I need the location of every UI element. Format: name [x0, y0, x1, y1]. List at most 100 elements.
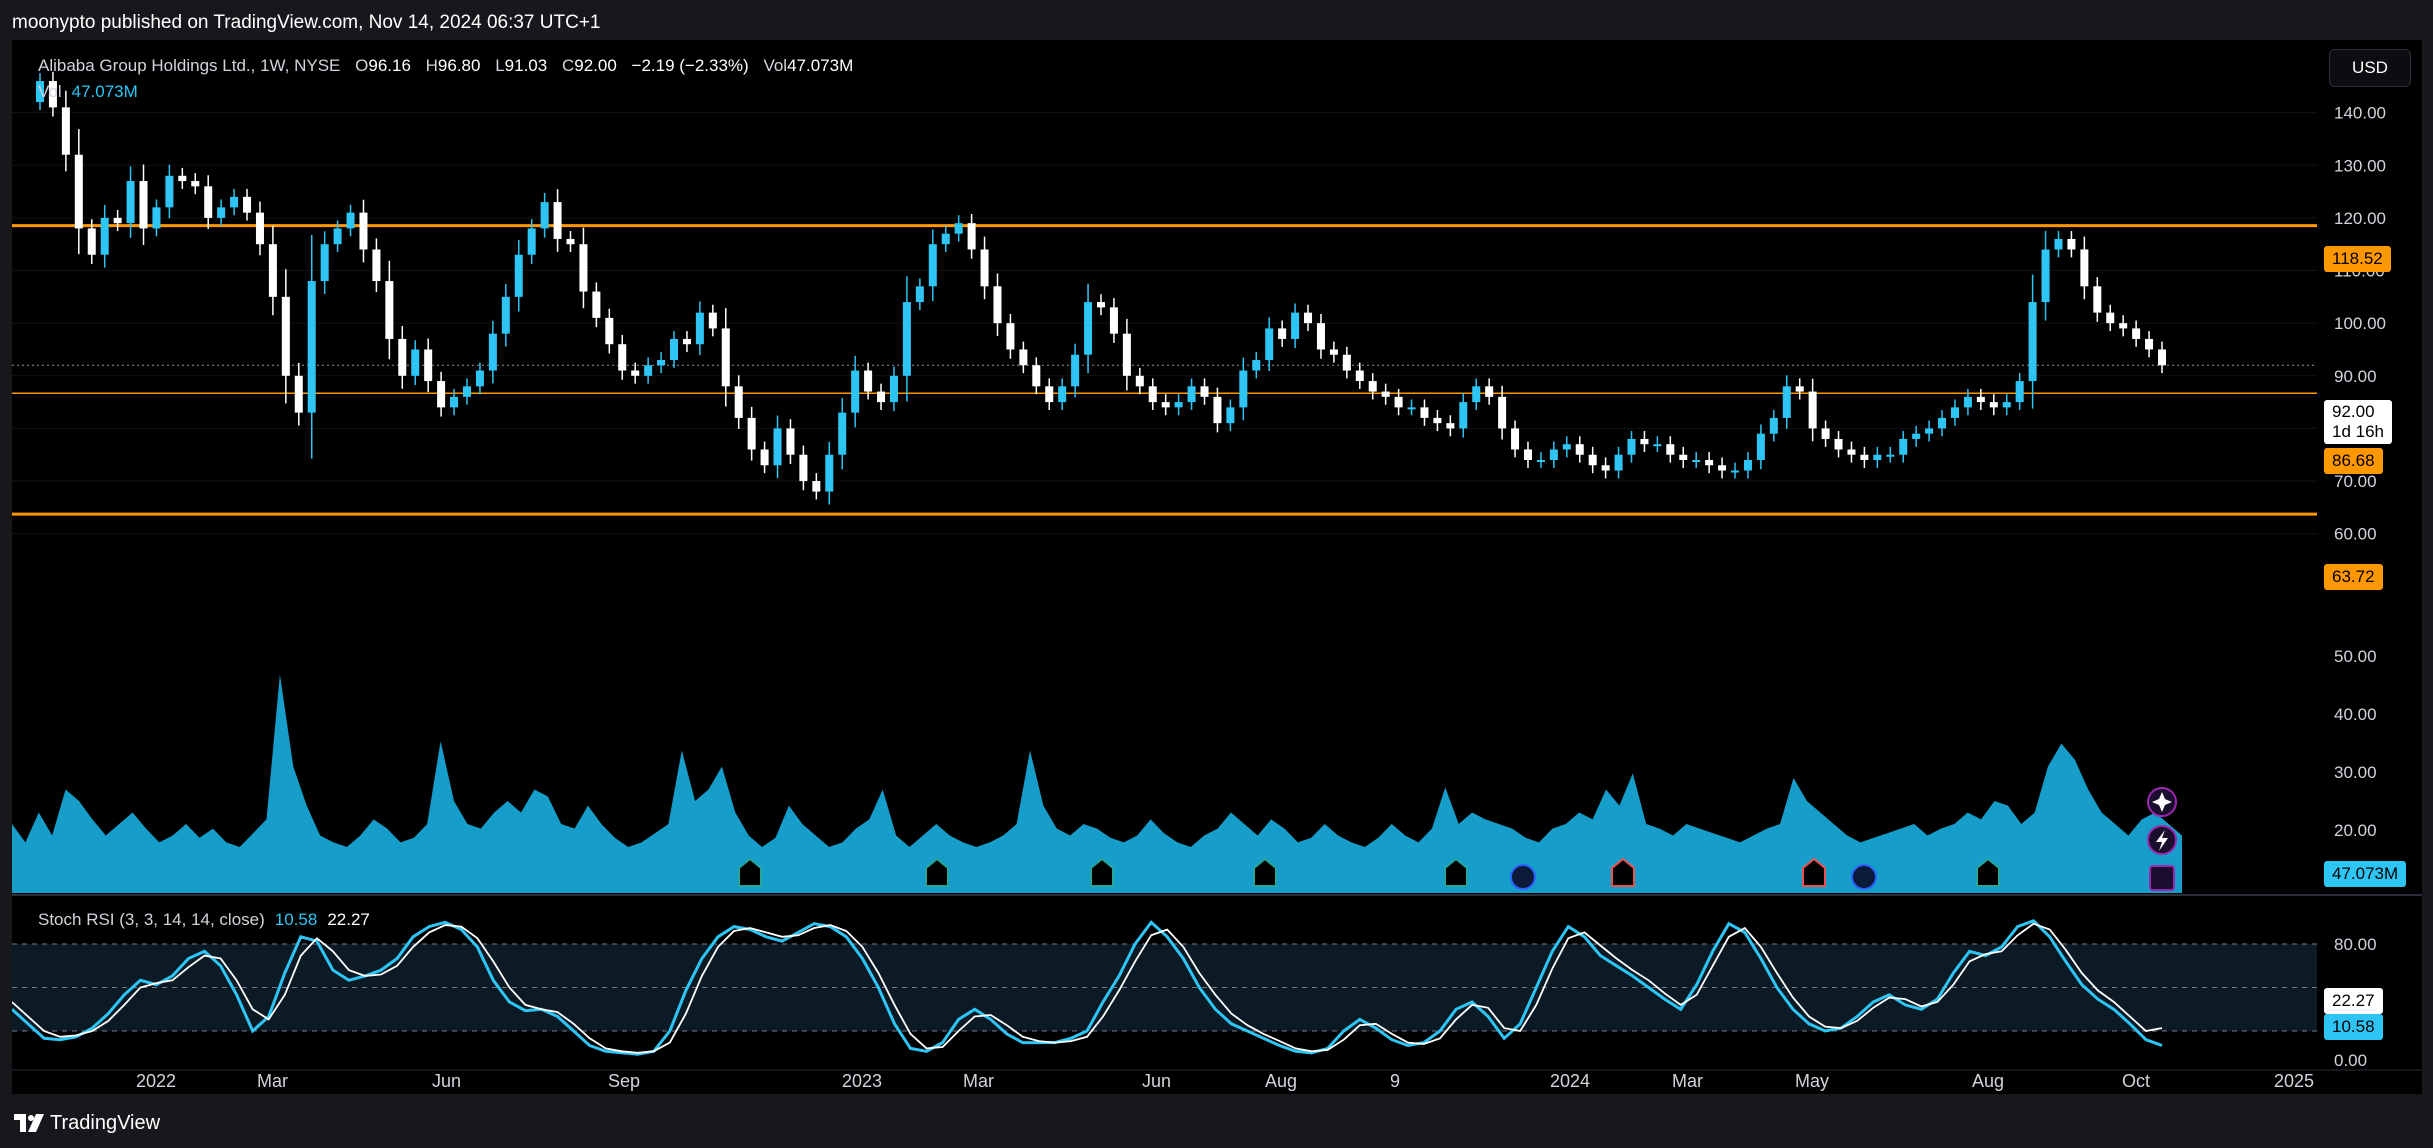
- footer[interactable]: TradingView: [14, 1110, 160, 1136]
- candle-body: [1148, 386, 1157, 403]
- candle-body: [1459, 402, 1468, 429]
- candle-body: [1614, 454, 1623, 471]
- candle-body: [1019, 349, 1028, 366]
- candle-body: [1588, 454, 1597, 466]
- dividend-icon: [1510, 864, 1536, 890]
- candle-body: [1950, 407, 1959, 418]
- candle-body: [1265, 328, 1274, 360]
- candle-body: [1769, 417, 1778, 434]
- candle-body: [670, 338, 679, 360]
- candle-body: [1239, 370, 1248, 408]
- price-tick-label: 120.00: [2334, 209, 2386, 228]
- candle-body: [1847, 449, 1856, 455]
- candle-body: [1433, 417, 1442, 424]
- candle-body: [1938, 417, 1947, 429]
- price-tick-label: 100.00: [2334, 314, 2386, 333]
- candle-body: [113, 217, 122, 224]
- stoch-tick-label: 80.00: [2334, 935, 2377, 954]
- candle-body: [566, 238, 575, 245]
- candle-body: [1498, 396, 1507, 429]
- candle-body: [1329, 349, 1338, 355]
- candle-body: [657, 360, 666, 366]
- candle-body: [268, 244, 277, 297]
- candle-body: [1705, 460, 1714, 466]
- candle-body: [2132, 328, 2141, 339]
- x-tick-label: May: [1795, 1071, 1829, 1091]
- candle-body: [126, 181, 135, 224]
- candle-body: [967, 223, 976, 250]
- candle-body: [1291, 312, 1300, 339]
- candle-body: [139, 181, 148, 229]
- candle-body: [1731, 470, 1740, 473]
- candle-body: [61, 107, 70, 155]
- candle-body: [87, 228, 96, 255]
- price-tick-label: 20.00: [2334, 821, 2377, 840]
- stoch-d-price-label: 22.27: [2324, 988, 2383, 1014]
- candle-body: [773, 428, 782, 466]
- candle-body: [1109, 307, 1118, 334]
- price-tick-label: 130.00: [2334, 156, 2386, 175]
- price-tick-label: 90.00: [2334, 367, 2377, 386]
- candle-body: [1200, 386, 1209, 397]
- resistance-price-label: 118.52: [2324, 246, 2391, 272]
- candles: [35, 71, 2167, 505]
- chart-canvas[interactable]: 60.0070.0080.0090.00100.00110.00120.0013…: [12, 40, 2422, 1094]
- candle-body: [1096, 302, 1106, 308]
- volume-legend[interactable]: Vol 47.073M: [38, 82, 138, 102]
- candle-body: [1640, 438, 1649, 445]
- volume-legend-value: 47.073M: [71, 82, 138, 101]
- candle-body: [1187, 386, 1196, 403]
- candle-body: [2041, 249, 2050, 303]
- stoch-legend[interactable]: Stoch RSI (3, 3, 14, 14, close) 10.58 22.2…: [38, 910, 370, 930]
- symbol-legend[interactable]: Alibaba Group Holdings Ltd., 1W, NYSE O9…: [38, 56, 853, 76]
- candle-body: [851, 370, 860, 413]
- volume-area-shape: [12, 674, 2182, 893]
- candle-body: [1782, 386, 1791, 418]
- close-value: 92.00: [574, 56, 617, 75]
- candle-body: [631, 370, 640, 376]
- candle-body: [1562, 444, 1571, 450]
- candle-body: [877, 391, 886, 403]
- volume-area: [12, 674, 2182, 893]
- candle-body: [2028, 302, 2037, 382]
- candle-body: [1122, 333, 1131, 376]
- open-value: 96.16: [368, 56, 411, 75]
- candle-body: [618, 344, 627, 371]
- candle-body: [1381, 391, 1390, 397]
- candle-body: [281, 296, 290, 376]
- candle-body: [333, 228, 342, 245]
- candle-body: [1692, 460, 1701, 462]
- candle-body: [799, 454, 808, 482]
- candle-body: [398, 338, 407, 376]
- candle-body: [527, 228, 536, 255]
- price-tick-label: 30.00: [2334, 763, 2377, 782]
- candle-body: [902, 302, 911, 376]
- vol-value: 47.073M: [787, 56, 854, 75]
- x-tick-label: Oct: [2122, 1071, 2150, 1091]
- candle-body: [1316, 323, 1325, 350]
- candle-body: [1161, 402, 1170, 408]
- candle-body: [540, 202, 549, 229]
- candle-body: [385, 281, 394, 339]
- candle-body: [372, 249, 381, 282]
- candle-body: [217, 207, 226, 218]
- candle-body: [1472, 386, 1481, 403]
- candle-body: [1899, 438, 1908, 455]
- currency-button[interactable]: USD: [2329, 49, 2411, 87]
- candle-body: [2002, 402, 2011, 408]
- grid: [12, 112, 2317, 535]
- candle-body: [1963, 396, 1972, 408]
- candle-body: [1536, 460, 1545, 462]
- tradingview-logo-icon: [14, 1114, 44, 1132]
- candle-body: [411, 349, 420, 376]
- x-tick-label: Aug: [1972, 1071, 2004, 1091]
- candle-body: [204, 186, 213, 218]
- candle-body: [1071, 354, 1080, 387]
- candle-body: [1006, 323, 1015, 350]
- stoch-k-price-label: 10.58: [2324, 1014, 2383, 1040]
- candle-body: [1718, 465, 1727, 471]
- candle-body: [1342, 354, 1351, 371]
- candle-body: [1653, 444, 1662, 447]
- price-tick-label: 70.00: [2334, 472, 2377, 491]
- candle-body: [786, 428, 795, 455]
